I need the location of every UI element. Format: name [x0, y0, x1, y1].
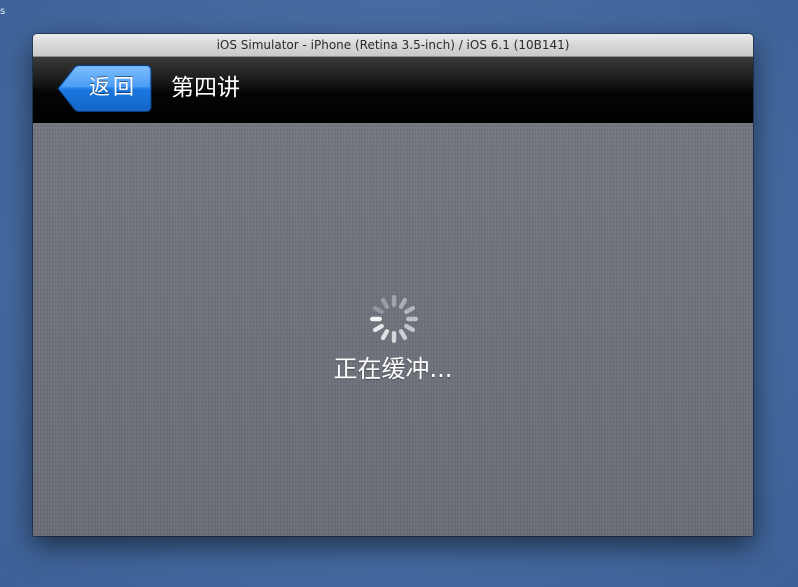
- navigation-bar: 返回 第四讲: [33, 57, 753, 123]
- window-title-bar[interactable]: iOS Simulator - iPhone (Retina 3.5-inch)…: [33, 34, 753, 57]
- back-button-label: 返回: [89, 75, 137, 99]
- page-title: 第四讲: [171, 75, 240, 101]
- window-title: iOS Simulator - iPhone (Retina 3.5-inch)…: [216, 38, 570, 52]
- desktop-edge-glyph: s: [0, 6, 6, 17]
- content-area: 正在缓冲...: [33, 123, 753, 536]
- simulator-window: iOS Simulator - iPhone (Retina 3.5-inch)…: [33, 34, 753, 536]
- loading-overlay: 正在缓冲...: [33, 123, 753, 536]
- back-button[interactable]: 返回: [57, 65, 152, 112]
- device-screen: 返回 第四讲 正在缓冲...: [33, 57, 753, 536]
- loading-status-text: 正在缓冲...: [333, 355, 453, 383]
- activity-indicator-icon: [370, 295, 418, 343]
